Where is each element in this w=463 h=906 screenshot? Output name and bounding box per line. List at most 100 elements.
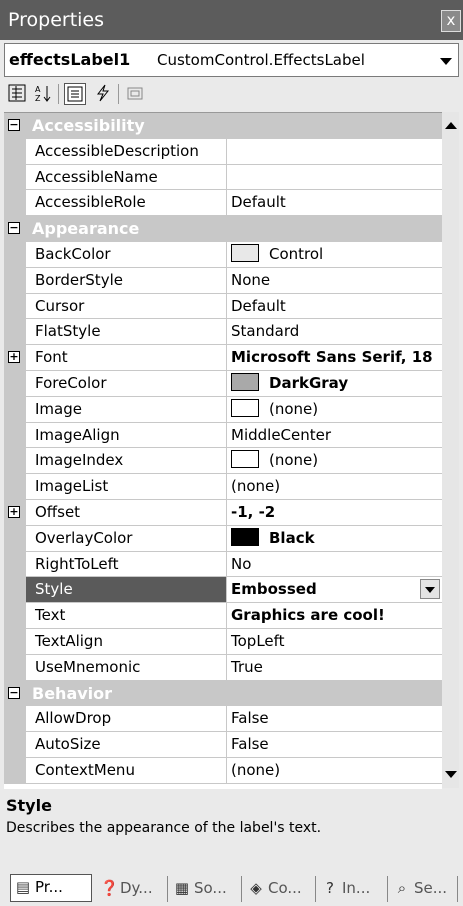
collapse-icon[interactable]: − <box>8 119 20 131</box>
expand-icon[interactable]: + <box>8 351 20 364</box>
property-value[interactable]: DarkGray <box>227 371 442 397</box>
categorized-icon[interactable] <box>6 83 28 105</box>
description-title: Style <box>6 796 52 815</box>
vertical-scrollbar[interactable] <box>442 112 459 788</box>
property-grid: − Accessibility AccessibleDescription Ac… <box>4 112 442 789</box>
property-row[interactable]: BorderStyle None <box>4 267 442 294</box>
property-row[interactable]: ImageAlign MiddleCenter <box>4 422 442 449</box>
property-row[interactable]: Image (none) <box>4 396 442 423</box>
collapse-icon[interactable]: − <box>8 222 20 235</box>
tab-solution-explorer[interactable]: ▦ So... <box>170 876 242 902</box>
property-value[interactable]: False <box>227 732 442 758</box>
dynamic-help-icon: ❓ <box>100 879 119 897</box>
tab-search[interactable]: ⌕ Se... <box>390 876 458 902</box>
property-row[interactable]: FlatStyle Standard <box>4 319 442 346</box>
property-row[interactable]: BackColor Control <box>4 242 442 268</box>
category-behavior[interactable]: − Behavior <box>4 680 442 707</box>
property-value[interactable] <box>227 139 442 165</box>
object-selector[interactable]: effectsLabel1 CustomControl.EffectsLabel <box>4 43 459 77</box>
property-value[interactable]: (none) <box>227 758 442 784</box>
property-name: AccessibleRole <box>26 190 227 217</box>
property-name: BorderStyle <box>26 267 227 294</box>
property-pages-icon[interactable] <box>124 83 146 105</box>
property-value[interactable]: True <box>227 655 442 681</box>
property-row[interactable]: Cursor Default <box>4 293 442 320</box>
property-row[interactable]: + Offset -1, -2 <box>4 500 442 526</box>
property-row[interactable]: ContextMenu (none) <box>4 758 442 784</box>
object-type: CustomControl.EffectsLabel <box>157 51 365 69</box>
property-name: FlatStyle <box>26 319 227 346</box>
category-accessibility[interactable]: − Accessibility <box>4 113 442 139</box>
color-swatch <box>231 373 259 391</box>
solution-explorer-icon: ▦ <box>174 879 190 897</box>
property-name: Image <box>26 396 227 423</box>
property-row[interactable]: OverlayColor Black <box>4 525 442 552</box>
property-value[interactable]: Standard <box>227 319 442 346</box>
property-value[interactable]: No <box>227 552 442 578</box>
property-value[interactable]: Default <box>227 294 442 320</box>
object-name: effectsLabel1 <box>9 50 131 69</box>
svg-text:Z: Z <box>35 94 41 103</box>
property-name: ImageAlign <box>26 422 227 449</box>
property-row[interactable]: AccessibleDescription <box>4 138 442 165</box>
category-appearance[interactable]: − Appearance <box>4 216 442 242</box>
property-name: BackColor <box>26 242 227 268</box>
property-name: Cursor <box>26 293 227 320</box>
property-value[interactable]: (none) <box>227 397 442 423</box>
property-value[interactable]: MiddleCenter <box>227 423 442 449</box>
property-row[interactable]: AutoSize False <box>4 732 442 758</box>
scroll-up-icon[interactable] <box>445 122 457 129</box>
tab-properties[interactable]: ▤ Pr... <box>10 874 92 902</box>
dropdown-button[interactable] <box>420 579 440 600</box>
property-name: ImageIndex <box>26 448 227 475</box>
tab-dynamic-help[interactable]: ❓Dy... <box>96 876 168 902</box>
property-name: Style <box>26 577 227 604</box>
scroll-down-icon[interactable] <box>445 771 457 778</box>
property-row[interactable]: TextAlign TopLeft <box>4 629 442 655</box>
property-row[interactable]: ForeColor DarkGray <box>4 371 442 397</box>
color-swatch <box>231 398 259 417</box>
property-value[interactable]: Control <box>227 242 442 268</box>
expand-icon[interactable]: + <box>8 506 20 518</box>
property-value[interactable]: Graphics are cool! <box>227 603 442 629</box>
property-row[interactable]: Text Graphics are cool! <box>4 603 442 629</box>
category-label: Behavior <box>32 683 113 703</box>
property-value[interactable]: None <box>227 268 442 294</box>
alphabetical-icon[interactable]: AZ <box>32 83 54 105</box>
property-value[interactable]: Embossed <box>227 577 442 604</box>
property-name: AccessibleDescription <box>26 138 227 165</box>
collapse-icon[interactable]: − <box>8 686 20 699</box>
property-row[interactable]: AllowDrop False <box>4 706 442 733</box>
property-value[interactable]: (none) <box>227 448 442 475</box>
property-row[interactable]: + Font Microsoft Sans Serif, 18 <box>4 345 442 371</box>
property-row-selected[interactable]: Style Embossed <box>4 577 442 604</box>
property-row[interactable]: UseMnemonic True <box>4 654 442 681</box>
property-value[interactable]: (none) <box>227 474 442 500</box>
property-value[interactable]: -1, -2 <box>227 500 442 526</box>
property-value[interactable] <box>227 165 442 191</box>
property-row[interactable]: AccessibleName <box>4 164 442 191</box>
property-value[interactable]: TopLeft <box>227 629 442 655</box>
events-icon[interactable] <box>92 83 114 105</box>
property-value[interactable]: Microsoft Sans Serif, 18 <box>227 345 442 371</box>
close-icon[interactable]: x <box>441 10 461 32</box>
property-row[interactable]: ImageList (none) <box>4 474 442 500</box>
property-name: ForeColor <box>26 371 227 397</box>
color-swatch <box>231 244 259 262</box>
property-value[interactable]: Black <box>227 526 442 552</box>
search-icon: ⌕ <box>397 879 407 897</box>
chevron-down-icon[interactable] <box>440 58 452 65</box>
window-title: Properties <box>8 9 105 31</box>
property-value[interactable]: False <box>227 706 442 733</box>
property-name: RightToLeft <box>26 551 227 578</box>
color-swatch <box>231 527 259 546</box>
property-name: OverlayColor <box>26 525 227 552</box>
property-value[interactable]: Default <box>227 190 442 217</box>
property-name: TextAlign <box>26 629 227 655</box>
tab-index[interactable]: ? In... <box>318 876 388 902</box>
tab-contents[interactable]: ◈ Co... <box>244 876 316 902</box>
property-row[interactable]: RightToLeft No <box>4 551 442 578</box>
properties-icon[interactable] <box>64 83 86 105</box>
property-row[interactable]: ImageIndex (none) <box>4 448 442 475</box>
property-row[interactable]: AccessibleRole Default <box>4 190 442 217</box>
